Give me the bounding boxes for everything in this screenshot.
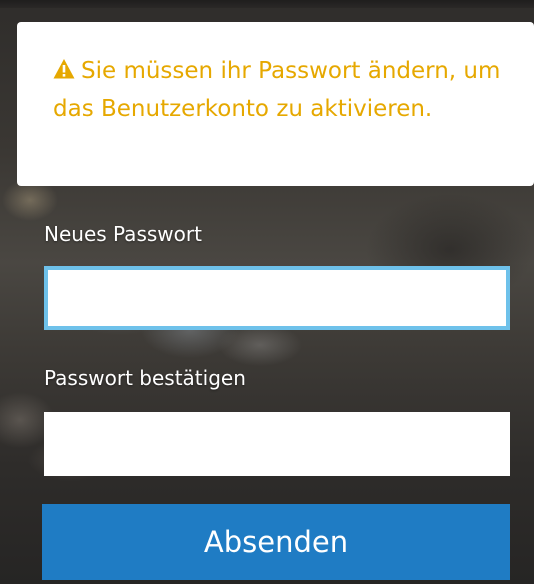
page-right-edge: [534, 0, 551, 584]
confirm-password-field[interactable]: [44, 412, 510, 476]
submit-button[interactable]: Absenden: [42, 504, 510, 580]
confirm-password-label: Passwort bestätigen: [44, 366, 246, 390]
background-top-edge: [0, 0, 534, 8]
warning-icon: [53, 58, 75, 80]
password-change-alert: Sie müssen ihr Passwort ändern, um das B…: [17, 22, 534, 186]
new-password-label: Neues Passwort: [44, 222, 202, 246]
new-password-field[interactable]: [44, 266, 510, 330]
alert-message: Sie müssen ihr Passwort ändern, um das B…: [53, 58, 501, 122]
